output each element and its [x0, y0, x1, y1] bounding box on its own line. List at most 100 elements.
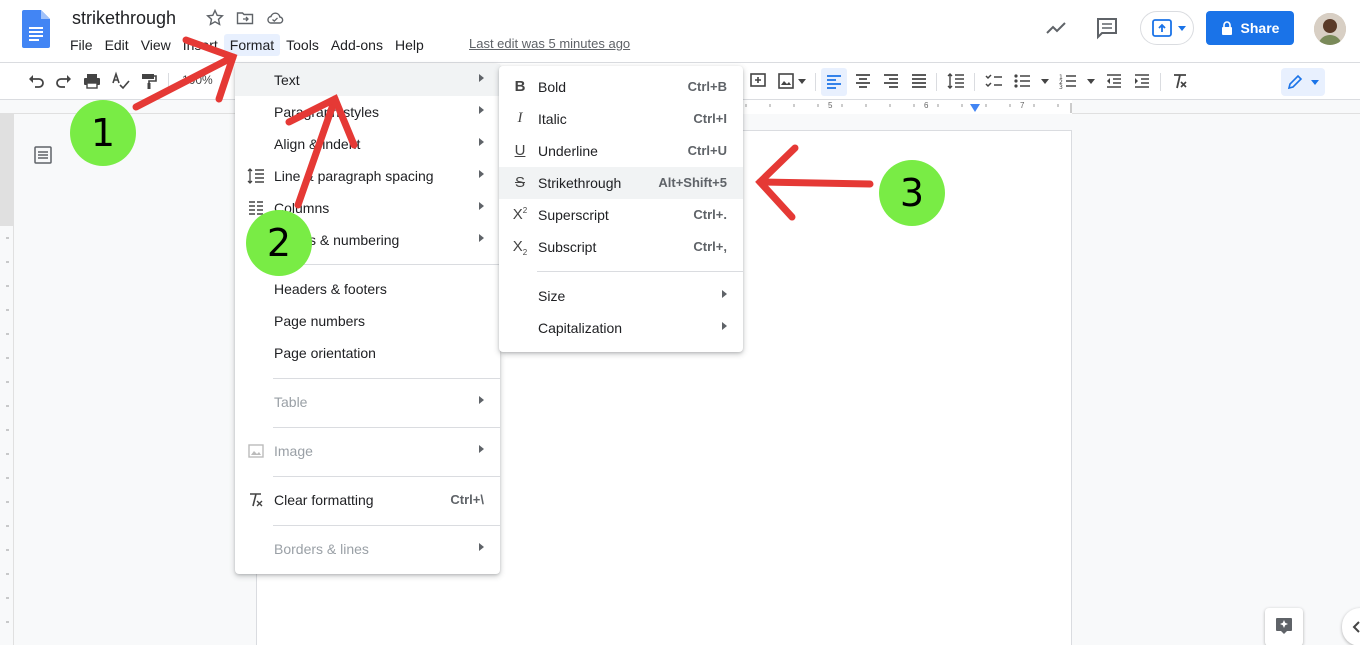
menu-item-page-numbers[interactable]: Page numbers: [235, 305, 500, 337]
align-left-button[interactable]: [821, 68, 847, 96]
editing-mode-button[interactable]: [1281, 68, 1325, 96]
chevron-down-icon: [1178, 26, 1186, 31]
menu-item-label: Table: [274, 394, 308, 410]
menu-item-paragraph-styles[interactable]: Paragraph styles: [235, 96, 500, 128]
justify-icon[interactable]: [909, 71, 929, 91]
menu-item-headers-footers[interactable]: Headers & footers: [235, 273, 500, 305]
menu-item-size[interactable]: Size: [499, 280, 743, 312]
last-edit-link[interactable]: Last edit was 5 minutes ago: [469, 36, 630, 51]
step-badge-2: 2: [246, 210, 312, 276]
menu-tools[interactable]: Tools: [280, 34, 325, 56]
align-center-icon[interactable]: [853, 71, 873, 91]
share-button[interactable]: Share: [1206, 11, 1294, 45]
activity-trend-icon[interactable]: [1044, 16, 1068, 40]
submenu-arrow-icon: [479, 170, 484, 178]
menu-item-label: Borders & lines: [274, 541, 369, 557]
menu-format[interactable]: Format: [223, 34, 281, 56]
increase-indent-icon[interactable]: [1132, 71, 1152, 91]
lock-icon: [1221, 21, 1232, 35]
menu-item-capitalization[interactable]: Capitalization: [499, 312, 743, 344]
menu-item-align-indent[interactable]: Align & indent: [235, 128, 500, 160]
menu-item-label: Line & paragraph spacing: [274, 168, 434, 184]
explore-button[interactable]: [1265, 608, 1303, 645]
menu-edit[interactable]: Edit: [99, 34, 135, 56]
submenu-arrow-icon: [479, 396, 484, 404]
menu-view[interactable]: View: [135, 34, 177, 56]
menu-item-label: Page orientation: [274, 345, 376, 361]
menu-item-label: Size: [538, 288, 566, 304]
toolbar-divider: [1160, 73, 1161, 91]
ruler-label: 7: [1020, 101, 1025, 110]
vertical-ruler-ticks: [6, 237, 9, 623]
menu-item-text[interactable]: Text: [235, 64, 500, 96]
menu-item-line-spacing[interactable]: Line & paragraph spacing: [235, 160, 500, 192]
menu-item-bold[interactable]: B Bold Ctrl+B: [499, 71, 743, 103]
menu-help[interactable]: Help: [389, 34, 430, 56]
menu-item-clear-formatting[interactable]: Clear formatting Ctrl+\: [235, 484, 500, 516]
chevron-down-icon[interactable]: [1087, 79, 1095, 84]
spellcheck-icon[interactable]: [111, 71, 131, 91]
menu-item-shortcut: Ctrl+I: [693, 111, 727, 126]
chevron-down-icon[interactable]: [798, 79, 806, 84]
user-avatar[interactable]: [1314, 13, 1346, 45]
text-submenu: B Bold Ctrl+B I Italic Ctrl+I U Underlin…: [499, 66, 743, 352]
decrease-indent-icon[interactable]: [1104, 71, 1124, 91]
chevron-down-icon[interactable]: [1041, 79, 1049, 84]
menu-item-label: Clear formatting: [274, 492, 374, 508]
clear-formatting-icon: [250, 493, 263, 507]
menu-item-label: Bold: [538, 79, 567, 95]
underline-icon: U: [514, 142, 526, 159]
bold-icon: B: [514, 78, 526, 95]
ruler-label: 6: [924, 101, 929, 110]
right-indent-marker-icon[interactable]: [970, 104, 980, 112]
menu-item-label: Image: [274, 443, 313, 459]
checklist-icon[interactable]: [984, 71, 1004, 91]
svg-text:3: 3: [1059, 84, 1063, 91]
menu-item-label: Align & indent: [274, 136, 361, 152]
menu-item-label: Underline: [538, 143, 598, 159]
zoom-select[interactable]: 100%: [182, 73, 213, 87]
toolbar-divider: [815, 73, 816, 91]
menu-item-underline[interactable]: U Underline Ctrl+U: [499, 135, 743, 167]
menu-item-image: Image: [235, 435, 500, 467]
menu-item-page-orientation[interactable]: Page orientation: [235, 337, 500, 369]
menu-item-superscript[interactable]: X2 Superscript Ctrl+.: [499, 199, 743, 231]
undo-icon[interactable]: [26, 71, 46, 91]
docs-logo-icon[interactable]: [22, 10, 50, 48]
menu-item-label: Page numbers: [274, 313, 366, 329]
menu-divider: [273, 476, 500, 477]
menu-add-ons[interactable]: Add-ons: [325, 34, 389, 56]
menu-item-subscript[interactable]: X2 Subscript Ctrl+,: [499, 231, 743, 263]
menu-file[interactable]: File: [64, 34, 99, 56]
comment-history-icon[interactable]: [1095, 16, 1119, 40]
explore-icon: [1276, 618, 1292, 634]
menu-item-strikethrough[interactable]: S Strikethrough Alt+Shift+5: [499, 167, 743, 199]
menu-insert[interactable]: Insert: [177, 34, 224, 56]
bulleted-list-icon[interactable]: [1012, 71, 1032, 91]
move-to-folder-icon[interactable]: [236, 9, 254, 27]
line-spacing-icon[interactable]: [946, 71, 966, 91]
present-button[interactable]: [1140, 11, 1194, 45]
present-icon: [1152, 19, 1172, 37]
star-icon[interactable]: [206, 9, 224, 27]
cloud-status-icon[interactable]: [266, 9, 284, 27]
vertical-ruler-margin: [0, 114, 14, 226]
paint-format-icon[interactable]: [139, 71, 159, 91]
numbered-list-icon[interactable]: 123: [1058, 71, 1078, 91]
menu-item-italic[interactable]: I Italic Ctrl+I: [499, 103, 743, 135]
insert-image-icon[interactable]: [776, 71, 796, 91]
redo-icon[interactable]: [54, 71, 74, 91]
side-panel-toggle[interactable]: [1342, 608, 1360, 645]
align-right-icon[interactable]: [881, 71, 901, 91]
menu-item-label: Capitalization: [538, 320, 623, 336]
document-title[interactable]: strikethrough: [72, 8, 176, 29]
app-header: strikethrough File Edit View Insert Form…: [0, 0, 1360, 62]
document-outline-icon[interactable]: [32, 144, 54, 166]
submenu-arrow-icon: [479, 106, 484, 114]
clear-formatting-icon[interactable]: [1170, 71, 1190, 91]
menu-item-shortcut: Alt+Shift+5: [658, 175, 727, 190]
superscript-icon: X2: [512, 206, 528, 223]
submenu-arrow-icon: [479, 74, 484, 82]
print-icon[interactable]: [82, 71, 102, 91]
insert-comment-icon[interactable]: [748, 71, 768, 91]
